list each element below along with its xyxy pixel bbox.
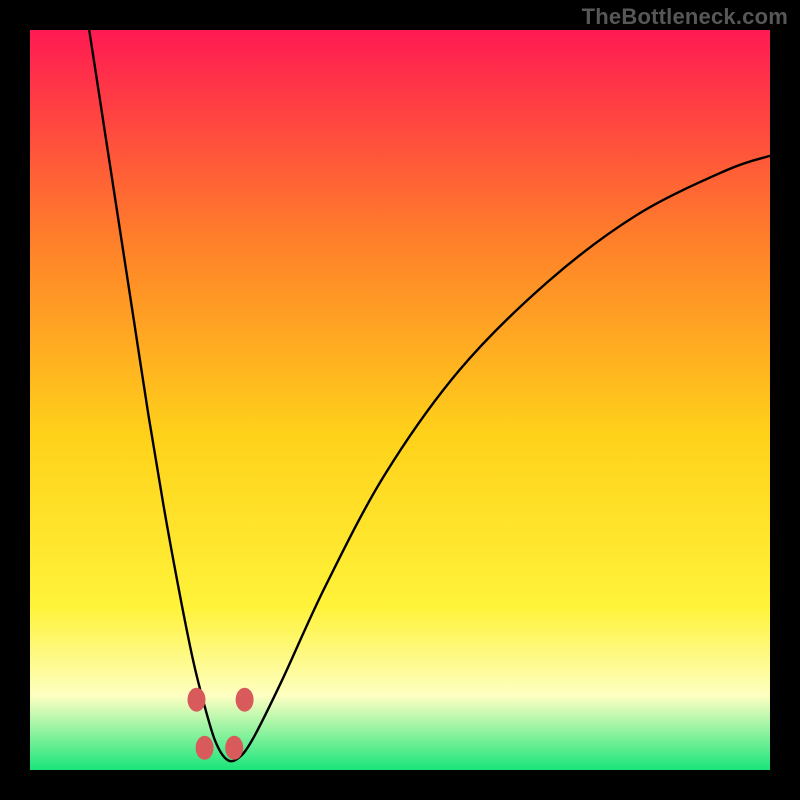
curve-marker: [225, 736, 243, 760]
gradient-background: [30, 30, 770, 770]
chart-frame: TheBottleneck.com: [0, 0, 800, 800]
curve-marker: [236, 688, 254, 712]
curve-marker: [196, 736, 214, 760]
curve-marker: [188, 688, 206, 712]
plot-area: [30, 30, 770, 770]
watermark-text: TheBottleneck.com: [582, 4, 788, 30]
chart-svg: [30, 30, 770, 770]
